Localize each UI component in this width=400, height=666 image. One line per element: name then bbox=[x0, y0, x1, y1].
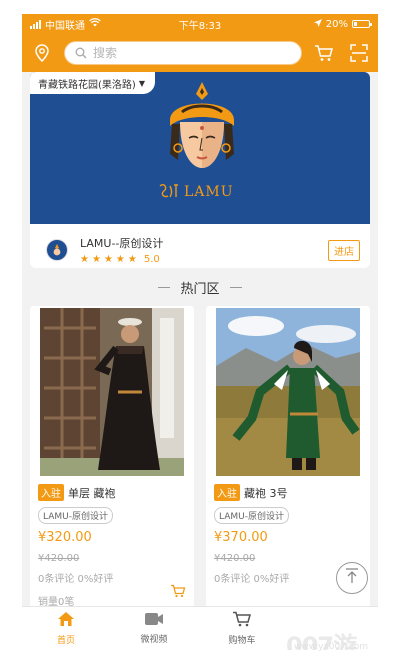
location-label: 青藏铁路花园(果洛路) bbox=[38, 79, 136, 91]
brand-logo-illustration bbox=[162, 80, 242, 184]
join-tag: 入驻 bbox=[214, 484, 240, 501]
divider bbox=[158, 287, 171, 288]
star-icon: ★ bbox=[80, 254, 89, 265]
product-grid: 入驻 单层 藏袍 LAMU-原创设计 ¥320.00 ¥420.00 0条评论 … bbox=[30, 306, 370, 610]
arrow-up-icon bbox=[345, 568, 359, 588]
svg-text:LAMU: LAMU bbox=[184, 184, 234, 200]
phone-screen: 中国联通 下午8:33 20% 搜索 青藏铁路花园(果洛路) ▼ LAMU LA… bbox=[22, 14, 378, 650]
product-card[interactable]: 入驻 单层 藏袍 LAMU-原创设计 ¥320.00 ¥420.00 0条评论 … bbox=[30, 306, 194, 610]
star-icon: ★ bbox=[91, 254, 101, 265]
add-to-cart-icon[interactable] bbox=[170, 583, 186, 602]
search-input[interactable] bbox=[93, 46, 291, 60]
brand-tag: LAMU-原创设计 bbox=[214, 507, 289, 524]
watermark-url: www.yx007.com bbox=[294, 642, 369, 652]
star-icon: ★ bbox=[115, 254, 125, 265]
top-header bbox=[22, 34, 378, 72]
original-price: ¥420.00 bbox=[38, 553, 80, 564]
scan-icon[interactable] bbox=[350, 44, 368, 62]
search-box[interactable] bbox=[64, 41, 302, 65]
tab-cart[interactable]: 购物车 bbox=[198, 611, 286, 646]
caret-down-icon: ▼ bbox=[138, 78, 145, 88]
product-price: ¥320.00 bbox=[38, 530, 92, 545]
rating-score: 5.0 bbox=[143, 254, 160, 265]
tab-video[interactable]: 微视频 bbox=[110, 612, 198, 645]
store-info-row: LAMU--原创设计 ★ ★ ★ ★ ★ 5.0 进店 bbox=[30, 224, 370, 268]
divider bbox=[229, 287, 242, 288]
store-avatar[interactable] bbox=[46, 239, 68, 261]
status-bar: 中国联通 下午8:33 20% bbox=[22, 14, 378, 34]
tab-video-label: 微视频 bbox=[140, 635, 168, 645]
enter-store-button[interactable]: 进店 bbox=[328, 239, 360, 261]
cart-icon bbox=[232, 611, 252, 630]
section-title: 热门区 bbox=[22, 278, 378, 297]
battery-icon bbox=[352, 20, 372, 28]
product-image[interactable] bbox=[216, 308, 360, 476]
product-price: ¥370.00 bbox=[214, 530, 268, 545]
home-icon bbox=[57, 611, 75, 630]
brand-wordmark-logo: LAMU bbox=[158, 182, 248, 204]
search-icon bbox=[75, 47, 87, 59]
star-icon: ★ bbox=[127, 254, 137, 265]
store-rating: ★ ★ ★ ★ ★ 5.0 bbox=[80, 254, 163, 265]
back-to-top-button[interactable] bbox=[336, 562, 368, 594]
product-name[interactable]: 藏袍 3号 bbox=[244, 485, 288, 501]
status-time: 下午8:33 bbox=[178, 20, 222, 32]
store-banner[interactable]: 青藏铁路花园(果洛路) ▼ LAMU bbox=[30, 72, 370, 224]
tab-home-label: 首页 bbox=[56, 636, 75, 646]
cart-icon[interactable] bbox=[314, 44, 334, 62]
video-icon bbox=[144, 612, 164, 629]
location-icon[interactable] bbox=[34, 44, 50, 62]
join-tag: 入驻 bbox=[38, 484, 64, 501]
brand-tag: LAMU-原创设计 bbox=[38, 507, 113, 524]
section-title-text: 热门区 bbox=[180, 282, 220, 297]
location-selector[interactable]: 青藏铁路花园(果洛路) ▼ bbox=[30, 72, 155, 94]
product-image[interactable] bbox=[40, 308, 184, 476]
star-icon: ★ bbox=[103, 254, 113, 265]
store-name[interactable]: LAMU--原创设计 bbox=[80, 235, 163, 251]
tab-cart-label: 购物车 bbox=[228, 636, 256, 646]
tab-home[interactable]: 首页 bbox=[22, 611, 110, 646]
product-name[interactable]: 单层 藏袍 bbox=[68, 485, 116, 501]
store-card[interactable]: 青藏铁路花园(果洛路) ▼ LAMU LAMU--原创设计 ★ ★ ★ ★ ★ … bbox=[30, 72, 370, 268]
